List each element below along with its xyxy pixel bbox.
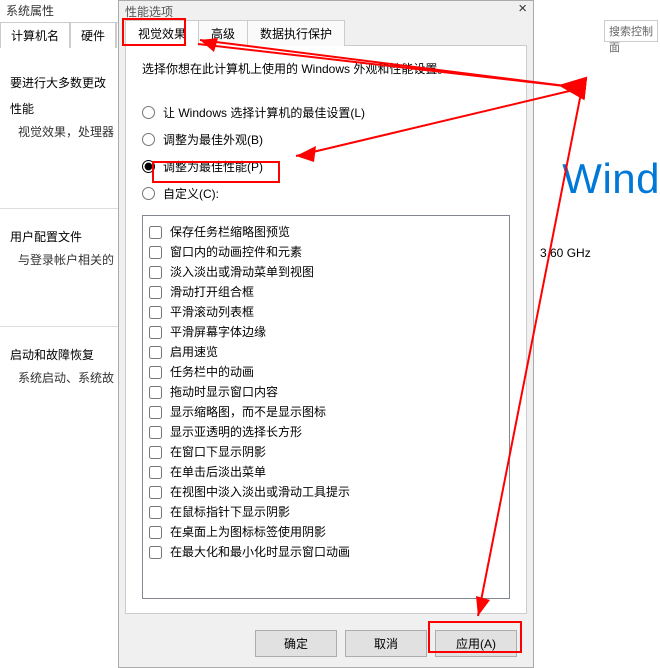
option-label: 在最大化和最小化时显示窗口动画 [170,543,350,561]
option-checkbox[interactable] [149,406,162,419]
list-item[interactable]: 显示亚透明的选择长方形 [149,423,503,441]
radio-custom[interactable]: 自定义(C): [142,185,510,202]
option-checkbox[interactable] [149,506,162,519]
option-checkbox[interactable] [149,486,162,499]
option-checkbox[interactable] [149,286,162,299]
radio-auto-label: 让 Windows 选择计算机的最佳设置(L) [163,104,365,121]
option-label: 在视图中淡入淡出或滑动工具提示 [170,483,350,501]
list-item[interactable]: 滑动打开组合框 [149,283,503,301]
tab-dep[interactable]: 数据执行保护 [247,20,345,46]
radio-custom-input[interactable] [142,187,155,200]
dialog-buttons: 确定 取消 应用(A) [119,620,533,667]
bg-tab-computer-name[interactable]: 计算机名 [0,22,70,48]
option-checkbox[interactable] [149,346,162,359]
bg-boot-text: 系统启动、系统故 [18,369,114,386]
option-checkbox[interactable] [149,426,162,439]
radio-appearance-input[interactable] [142,133,155,146]
option-checkbox[interactable] [149,526,162,539]
divider [0,326,118,327]
list-item[interactable]: 保存任务栏缩略图预览 [149,223,503,241]
tab-advanced[interactable]: 高级 [198,20,248,46]
list-item[interactable]: 在视图中淡入淡出或滑动工具提示 [149,483,503,501]
option-label: 在鼠标指针下显示阴影 [170,503,290,521]
option-label: 拖动时显示窗口内容 [170,383,278,401]
option-checkbox[interactable] [149,546,162,559]
bg-user-title: 用户配置文件 [10,228,114,245]
windows-logo-text: Wind [562,155,660,203]
option-checkbox[interactable] [149,266,162,279]
option-label: 平滑屏幕字体边缘 [170,323,266,341]
ok-button[interactable]: 确定 [255,630,337,657]
list-item[interactable]: 在最大化和最小化时显示窗口动画 [149,543,503,561]
option-checkbox[interactable] [149,366,162,379]
bg-boot-title: 启动和故障恢复 [10,346,114,363]
option-checkbox[interactable] [149,386,162,399]
bg-perf-text: 视觉效果，处理器 [18,123,114,140]
radio-best-performance[interactable]: 调整为最佳性能(P) [142,158,510,175]
list-item[interactable]: 任务栏中的动画 [149,363,503,381]
bg-section-performance: 性能 视觉效果，处理器 [10,100,114,140]
visual-options-list[interactable]: 保存任务栏缩略图预览窗口内的动画控件和元素淡入淡出或滑动菜单到视图滑动打开组合框… [142,215,510,599]
option-label: 显示缩略图，而不是显示图标 [170,403,326,421]
option-checkbox[interactable] [149,326,162,339]
option-checkbox[interactable] [149,446,162,459]
radio-auto[interactable]: 让 Windows 选择计算机的最佳设置(L) [142,104,510,121]
radio-best-appearance[interactable]: 调整为最佳外观(B) [142,131,510,148]
bg-desc: 要进行大多数更改 [10,74,106,91]
option-label: 在桌面上为图标标签使用阴影 [170,523,326,541]
option-label: 平滑滚动列表框 [170,303,254,321]
dialog-title: 性能选项 [119,1,533,19]
list-item[interactable]: 平滑屏幕字体边缘 [149,323,503,341]
option-checkbox[interactable] [149,466,162,479]
divider [0,208,118,209]
list-item[interactable]: 拖动时显示窗口内容 [149,383,503,401]
option-label: 滑动打开组合框 [170,283,254,301]
radio-performance-label: 调整为最佳性能(P) [163,158,263,175]
option-label: 在单击后淡出菜单 [170,463,266,481]
option-label: 在窗口下显示阴影 [170,443,266,461]
option-checkbox[interactable] [149,226,162,239]
radio-performance-input[interactable] [142,160,155,173]
bg-user-text: 与登录帐户相关的 [18,251,114,268]
option-checkbox[interactable] [149,246,162,259]
bg-tab-hardware[interactable]: 硬件 [70,22,116,48]
option-label: 任务栏中的动画 [170,363,254,381]
list-item[interactable]: 平滑滚动列表框 [149,303,503,321]
tab-visual-effects[interactable]: 视觉效果 [125,20,199,46]
option-label: 启用速览 [170,343,218,361]
bg-section-boot: 启动和故障恢复 系统启动、系统故 [10,346,114,386]
content-description: 选择你想在此计算机上使用的 Windows 外观和性能设置。 [142,60,510,77]
list-item[interactable]: 淡入淡出或滑动菜单到视图 [149,263,503,281]
option-label: 窗口内的动画控件和元素 [170,243,302,261]
dialog-content: 选择你想在此计算机上使用的 Windows 外观和性能设置。 让 Windows… [125,45,527,614]
option-label: 显示亚透明的选择长方形 [170,423,302,441]
bg-section-userprofile: 用户配置文件 与登录帐户相关的 [10,228,114,268]
cancel-button[interactable]: 取消 [345,630,427,657]
list-item[interactable]: 显示缩略图，而不是显示图标 [149,403,503,421]
list-item[interactable]: 在窗口下显示阴影 [149,443,503,461]
list-item[interactable]: 启用速览 [149,343,503,361]
dialog-tabs: 视觉效果 高级 数据执行保护 [119,19,533,45]
list-item[interactable]: 窗口内的动画控件和元素 [149,243,503,261]
radio-custom-label: 自定义(C): [163,185,219,202]
option-label: 淡入淡出或滑动菜单到视图 [170,263,314,281]
list-item[interactable]: 在桌面上为图标标签使用阴影 [149,523,503,541]
radio-appearance-label: 调整为最佳外观(B) [163,131,263,148]
list-item[interactable]: 在鼠标指针下显示阴影 [149,503,503,521]
search-input[interactable]: 搜索控制面 [604,20,658,42]
option-checkbox[interactable] [149,306,162,319]
bg-perf-title: 性能 [10,100,114,117]
performance-options-dialog: 性能选项 × 视觉效果 高级 数据执行保护 选择你想在此计算机上使用的 Wind… [118,0,534,668]
bg-window-title: 系统属性 [0,2,54,19]
cpu-speed: 3.60 GHz [540,246,591,260]
apply-button[interactable]: 应用(A) [435,630,517,657]
radio-auto-input[interactable] [142,106,155,119]
close-icon[interactable]: × [518,0,527,17]
option-label: 保存任务栏缩略图预览 [170,223,290,241]
list-item[interactable]: 在单击后淡出菜单 [149,463,503,481]
